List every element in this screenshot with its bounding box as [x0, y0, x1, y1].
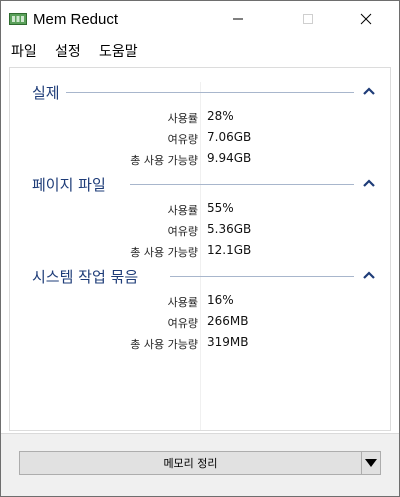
clean-options-dropdown-button[interactable] [361, 451, 381, 475]
group-separator [130, 184, 354, 185]
maximize-icon [303, 14, 313, 24]
row-label-usage: 사용률 [167, 112, 198, 125]
memory-info-list[interactable]: 실제 사용률 28% 여유량 7.06GB 총 사용 가능량 9.94GB 페이… [9, 67, 391, 431]
row-label-total: 총 사용 가능량 [130, 154, 198, 167]
minimize-button[interactable] [215, 1, 261, 37]
window-title: Mem Reduct [33, 11, 119, 28]
row-label-free: 여유량 [167, 317, 198, 330]
group-title-system-working-set[interactable]: 시스템 작업 묶음 [32, 266, 143, 287]
group-title-physical[interactable]: 실제 [32, 82, 64, 103]
chevron-up-icon[interactable] [362, 178, 376, 188]
menu-file[interactable]: 파일 [11, 41, 37, 61]
close-button[interactable] [343, 1, 389, 37]
row-label-usage: 사용률 [167, 204, 198, 217]
memory-chip-icon [9, 13, 27, 25]
maximize-button[interactable] [285, 1, 331, 37]
group-title-page-file[interactable]: 페이지 파일 [32, 174, 110, 195]
menu-help[interactable]: 도움말 [99, 41, 138, 61]
title-bar[interactable]: Mem Reduct [1, 1, 399, 37]
row-value-total: 9.94GB [207, 151, 252, 165]
close-icon [360, 13, 372, 25]
row-label-usage: 사용률 [167, 296, 198, 309]
app-window: Mem Reduct 파일 설정 도움말 실제 사용률 28% 여유량 7.06… [0, 0, 400, 497]
menu-settings[interactable]: 설정 [55, 41, 81, 61]
chevron-up-icon[interactable] [362, 270, 376, 280]
minimize-icon [233, 18, 243, 20]
row-value-free: 7.06GB [207, 130, 252, 144]
row-label-free: 여유량 [167, 225, 198, 238]
row-value-total: 319MB [207, 335, 249, 349]
bottom-bar: 메모리 정리 [1, 433, 399, 496]
row-value-usage: 55% [207, 201, 234, 215]
row-label-total: 총 사용 가능량 [130, 338, 198, 351]
row-label-total: 총 사용 가능량 [130, 246, 198, 259]
row-value-free: 5.36GB [207, 222, 252, 236]
row-label-free: 여유량 [167, 133, 198, 146]
group-separator [66, 92, 354, 93]
chevron-up-icon[interactable] [362, 86, 376, 96]
group-separator [170, 276, 354, 277]
clean-memory-button[interactable]: 메모리 정리 [19, 451, 362, 475]
row-value-usage: 28% [207, 109, 234, 123]
row-value-free: 266MB [207, 314, 249, 328]
row-value-total: 12.1GB [207, 243, 252, 257]
triangle-down-icon [365, 459, 377, 467]
menu-bar: 파일 설정 도움말 [1, 37, 399, 63]
clean-memory-label: 메모리 정리 [163, 457, 218, 470]
column-divider [200, 82, 201, 430]
row-value-usage: 16% [207, 293, 234, 307]
